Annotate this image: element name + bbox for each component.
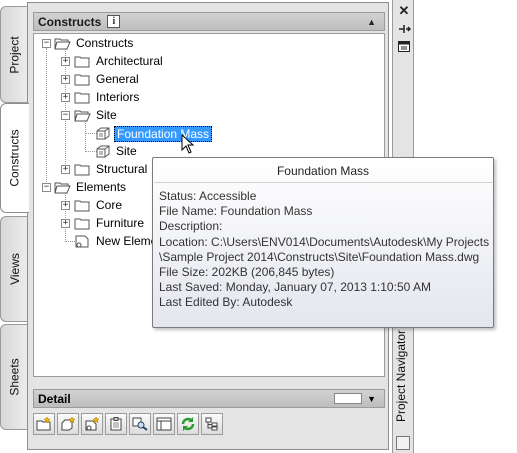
add-construct-icon — [61, 417, 76, 431]
tab-sheets[interactable]: Sheets — [0, 324, 28, 430]
tab-constructs-label: Constructs — [8, 129, 23, 187]
tree-item-new-element[interactable]: New Eleme — [96, 234, 157, 248]
tree-item-interiors[interactable]: Interiors — [96, 90, 139, 104]
tooltip-location-2: \Sample Project 2014\Constructs\Site\Fou… — [159, 249, 480, 264]
add-element-icon — [85, 417, 100, 431]
construct-icon — [96, 127, 110, 140]
project-navigator-label: Project Navigator — [394, 329, 408, 422]
clipboard-icon — [110, 417, 122, 431]
detail-title: Detail — [38, 391, 71, 406]
tree-item-constructs[interactable]: Constructs — [76, 36, 133, 50]
tooltip-title: Foundation Mass — [276, 164, 370, 178]
detail-expand-arrow-icon[interactable]: ▼ — [367, 394, 376, 404]
collapse-arrow-icon[interactable]: ▲ — [367, 17, 376, 27]
search-button[interactable] — [129, 413, 151, 435]
expand-toggle-core[interactable]: + — [61, 201, 70, 210]
detail-view-toggle[interactable] — [334, 393, 362, 404]
expand-toggle-interiors[interactable]: + — [61, 93, 70, 102]
detail-titlebar[interactable]: Detail ▼ — [33, 389, 385, 408]
tab-sheets-label: Sheets — [7, 358, 22, 396]
add-element-button[interactable] — [81, 413, 103, 435]
tooltip-last-edited: Last Edited By: Autodesk — [159, 295, 293, 310]
folder-icon — [74, 74, 90, 86]
collapse-toggle-site[interactable]: − — [61, 111, 70, 120]
tree-item-elements[interactable]: Elements — [76, 180, 126, 194]
tab-constructs[interactable]: Constructs — [0, 103, 29, 213]
foundation-mass-tooltip: Foundation Mass Status: Accessible File … — [152, 157, 494, 328]
expand-toggle-structural[interactable]: + — [61, 165, 70, 174]
add-construct-button[interactable] — [57, 413, 79, 435]
expand-toggle-general[interactable]: + — [61, 75, 70, 84]
tooltip-description: Description: — [159, 219, 223, 234]
attach-icon — [156, 417, 172, 431]
add-category-icon — [36, 417, 51, 431]
tab-project-label: Project — [7, 35, 22, 74]
construct-toolbar — [33, 413, 223, 439]
tooltip-file-size: File Size: 202KB (206,845 bytes) — [159, 265, 335, 280]
tree-item-foundation-mass[interactable]: Foundation Mass — [114, 126, 213, 142]
refresh-button[interactable] — [177, 413, 199, 435]
tab-views-label: Views — [7, 253, 22, 285]
constructs-titlebar[interactable]: Constructs i ▲ — [33, 12, 385, 31]
auto-hide-icon[interactable] — [396, 22, 412, 36]
construct-icon — [96, 145, 110, 158]
collapse-toggle-constructs[interactable]: − — [42, 39, 51, 48]
clipboard-button[interactable] — [105, 413, 127, 435]
tooltip-file-name: File Name: Foundation Mass — [159, 204, 313, 219]
tooltip-status: Status: Accessible — [159, 189, 257, 203]
tooltip-last-saved: Last Saved: Monday, January 07, 2013 1:1… — [159, 280, 431, 295]
close-icon[interactable]: ✕ — [396, 3, 412, 18]
tree-item-site[interactable]: Site — [96, 108, 117, 122]
folder-icon — [74, 92, 90, 104]
expand-toggle-furniture[interactable]: + — [61, 219, 70, 228]
tree-item-structural[interactable]: Structural — [96, 162, 147, 176]
search-icon — [132, 417, 148, 431]
tooltip-location-1: Location: C:\Users\ENV014\Documents\Auto… — [159, 234, 490, 249]
tab-views[interactable]: Views — [0, 216, 28, 322]
open-folder-icon — [54, 182, 71, 194]
open-folder-icon — [74, 110, 91, 122]
folder-icon — [74, 200, 90, 212]
refresh-icon — [181, 417, 195, 431]
mouse-cursor-icon — [181, 134, 195, 154]
attach-button[interactable] — [153, 413, 175, 435]
collapse-toggle-elements[interactable]: − — [42, 183, 51, 192]
element-icon — [75, 235, 89, 248]
menu-icon[interactable] — [396, 436, 410, 450]
tree-item-general[interactable]: General — [96, 72, 139, 86]
folder-icon — [74, 218, 90, 230]
add-category-button[interactable] — [33, 413, 55, 435]
palette-title: Constructs — [38, 14, 102, 29]
folder-icon — [74, 164, 90, 176]
open-folder-icon — [54, 38, 71, 50]
repath-icon — [205, 417, 218, 431]
repath-button[interactable] — [201, 413, 223, 435]
info-icon[interactable]: i — [107, 15, 121, 28]
tree-item-furniture[interactable]: Furniture — [96, 216, 144, 230]
tree-item-core[interactable]: Core — [96, 198, 122, 212]
tree-item-site-construct[interactable]: Site — [116, 144, 137, 158]
tree-item-architectural[interactable]: Architectural — [96, 54, 163, 68]
folder-icon — [74, 56, 90, 68]
properties-icon[interactable] — [396, 39, 412, 53]
tab-project[interactable]: Project — [0, 6, 28, 103]
expand-toggle-architectural[interactable]: + — [61, 57, 70, 66]
